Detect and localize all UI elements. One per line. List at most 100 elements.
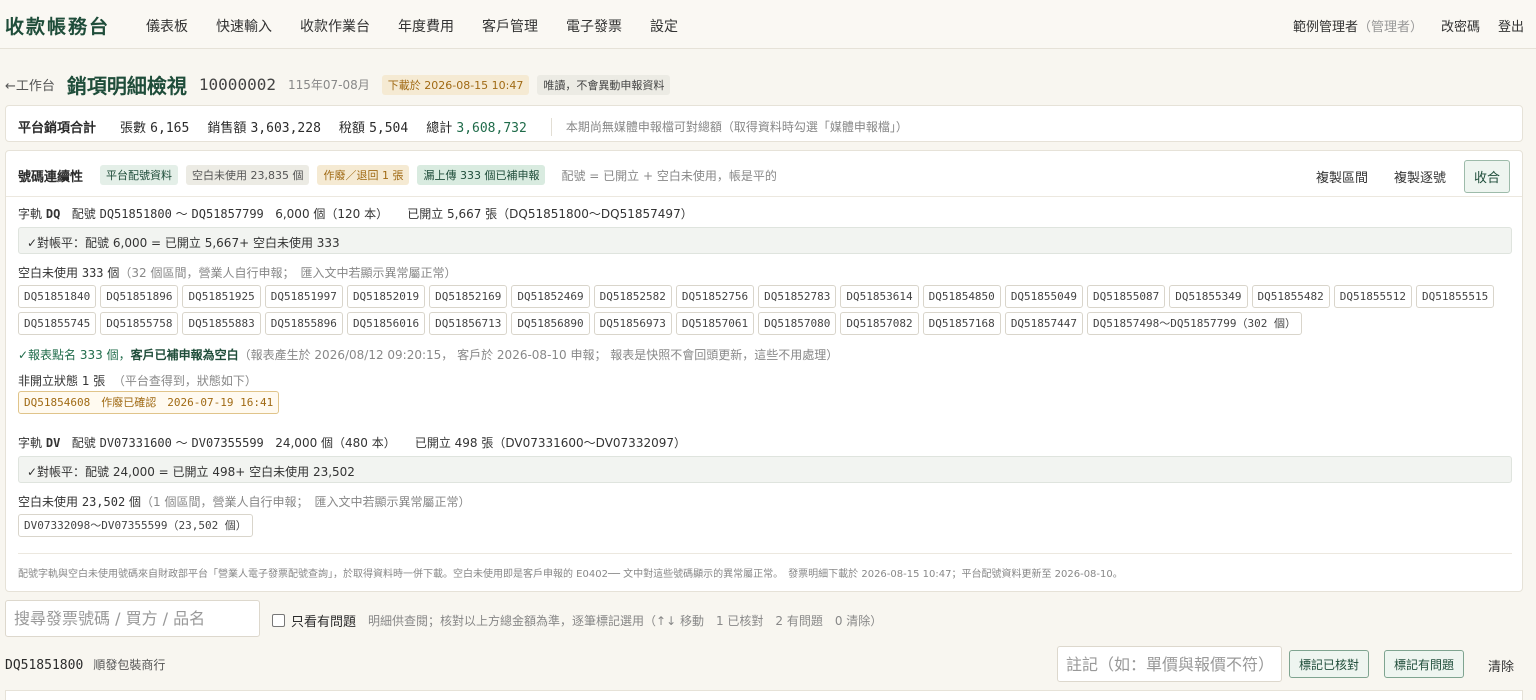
track-dq-code: DQ: [45, 207, 61, 221]
blank-number-chip[interactable]: DQ51855512: [1333, 285, 1412, 308]
page-header: ←工作台 銷項明細檢視 10000002 115年07-08月 下載於 2026…: [5, 70, 671, 99]
blank-number-chip[interactable]: DQ51855758: [100, 312, 179, 335]
blank-number-chip[interactable]: DQ51855049: [1004, 285, 1084, 308]
blank-number-chip[interactable]: DQ51854850: [922, 285, 1001, 308]
blank-number-chip[interactable]: DQ51851896: [100, 285, 179, 308]
blank-number-chip[interactable]: DQ51857061: [675, 312, 755, 335]
blank-number-chip[interactable]: DQ51852582: [593, 285, 672, 308]
missed-upload-badge: 漏上傳 333 個已補申報: [417, 165, 546, 185]
blank-badge: 空白未使用 23,835 個: [186, 165, 310, 185]
continuity-footnote: 配號字軌與空白未使用號碼來自財政部平台「營業人電子發票配號查詢」，於取得資料時一…: [18, 553, 1512, 580]
only-problems-checkbox[interactable]: [272, 614, 285, 627]
blank-number-chip[interactable]: DQ51855087: [1087, 285, 1166, 308]
divider: [550, 117, 552, 136]
blank-number-chip[interactable]: DQ51855745: [18, 312, 97, 335]
blank-number-chip[interactable]: DQ51857447: [1004, 312, 1084, 335]
summary-count: 張數 6,165: [120, 121, 190, 136]
summary-tax: 稅額 5,504: [338, 121, 409, 136]
blank-number-chip[interactable]: DQ51852783: [758, 285, 837, 308]
brand-logo[interactable]: 收款帳務台: [5, 12, 110, 39]
track-dq-void-list: DQ51854608 作廢已確認 2026-07-19 16:41: [18, 391, 1518, 414]
nav-item-annual-fees[interactable]: 年度費用: [398, 16, 454, 36]
user-name: 範例管理者（管理者）: [1292, 20, 1423, 35]
blank-number-chip[interactable]: DQ51853614: [840, 285, 919, 308]
downloaded-badge: 下載於 2026-08-15 10:47: [381, 74, 530, 95]
void-badge: 作廢／退回 1 張: [317, 165, 410, 185]
blank-number-chip[interactable]: DQ51856713: [429, 312, 508, 335]
blank-number-chip[interactable]: DQ51857168: [922, 312, 1001, 335]
copy-ranges-button[interactable]: 複製區間: [1308, 163, 1376, 190]
readonly-badge: 唯讀，不會異動申報資料: [537, 74, 671, 95]
continuity-legend: 配號 = 已開立 + 空白未使用，帳是平的: [561, 168, 777, 183]
top-nav: 收款帳務台 儀表板 快速輸入 收款作業台 年度費用 客戶管理 電子發票 設定 範…: [0, 0, 1536, 49]
page-title: 銷項明細檢視: [66, 74, 187, 98]
track-dq-blank-heading: 空白未使用 333 個（32 個區間，營業人自行申報； 匯入文中若顯示異常屬正常…: [18, 266, 457, 280]
track-dv-balance: ✓對帳平：配號 24,000 = 已開立 498+ 空白未使用 23,502: [18, 456, 1512, 483]
blank-number-chip[interactable]: DQ51857498～DQ51857799（302 個）: [1087, 312, 1302, 335]
period-label: 115年07-08月: [287, 78, 370, 92]
blank-number-chip[interactable]: DQ51857082: [840, 312, 919, 335]
blank-number-chip[interactable]: DQ51852169: [429, 285, 508, 308]
change-password-link[interactable]: 改密碼: [1441, 16, 1480, 35]
summary-note: 本期尚無媒體申報檔可對總額（取得資料時勾選「媒體申報檔」）: [565, 120, 908, 134]
blank-number-chip[interactable]: DQ51856890: [511, 312, 590, 335]
nav-item-quick-input[interactable]: 快速輸入: [216, 16, 272, 36]
buyer-name: 順發包裝商行: [93, 658, 166, 672]
track-dq-reported-line: ✓報表點名 333 個，客戶已補申報為空白（報表產生於 2026/08/12 0…: [18, 348, 839, 362]
note-input[interactable]: [1057, 646, 1282, 682]
summary-sales: 銷售額 3,603,228: [207, 121, 321, 136]
track-dq-nonopen-heading: 非開立狀態 1 張 （平台查得到，狀態如下）: [18, 374, 257, 388]
track-dv-blank-chips: DV07332098～DV07355599（23,502 個）: [18, 514, 1518, 537]
track-dq-balance: ✓對帳平：配號 6,000 = 已開立 5,667+ 空白未使用 333: [18, 227, 1512, 254]
blank-number-chip[interactable]: DQ51852469: [511, 285, 590, 308]
logout-link[interactable]: 登出: [1498, 16, 1524, 35]
track-dv-code: DV: [45, 436, 61, 450]
track-dq-blank-chips: DQ51851840 DQ51851896 DQ51851925 DQ51851997…: [18, 285, 1518, 335]
nav-menu: 儀表板 快速輸入 收款作業台 年度費用 客戶管理 電子發票 設定: [146, 16, 678, 36]
invoice-number: DQ51851800: [5, 658, 84, 673]
blank-number-chip[interactable]: DQ51855883: [182, 312, 261, 335]
blank-number-chip[interactable]: DQ51855896: [264, 312, 343, 335]
only-problems-label[interactable]: 只看有問題: [291, 611, 356, 630]
blank-number-chip[interactable]: DQ51851840: [18, 285, 97, 308]
blank-number-chip[interactable]: DQ51856973: [593, 312, 672, 335]
track-dv-info: 字軌 DV 配號 DV07331600 ～ DV07355599 24,000 …: [18, 436, 686, 450]
platform-badge: 平台配號資料: [100, 165, 178, 185]
track-dv-blank-heading: 空白未使用 23,502 個（1 個區間，營業人自行申報； 匯入文中若顯示異常屬…: [18, 495, 471, 509]
blank-number-chip[interactable]: DQ51855349: [1169, 285, 1248, 308]
blank-number-chip[interactable]: DQ51857080: [758, 312, 837, 335]
user-role: （管理者）: [1357, 20, 1423, 35]
nav-item-settings[interactable]: 設定: [650, 16, 678, 36]
nav-item-customers[interactable]: 客戶管理: [482, 16, 538, 36]
track-dq-info: 字軌 DQ 配號 DQ51851800 ～ DQ51857799 6,000 個…: [18, 207, 693, 221]
void-invoice-chip[interactable]: DQ51854608 作廢已確認 2026-07-19 16:41: [18, 391, 280, 414]
summary-label: 平台銷項合計: [18, 121, 97, 136]
blank-number-chip[interactable]: DQ51855515: [1415, 285, 1495, 308]
blank-number-chip[interactable]: DQ51856016: [346, 312, 426, 335]
filter-hint: 明細供查閱；核對以上方總金額為準，逐筆標記選用（↑↓ 移動 1 已核對 2 有問…: [368, 614, 883, 628]
blank-number-chip[interactable]: DQ51851925: [182, 285, 261, 308]
blank-number-chip[interactable]: DV07332098～DV07355599（23,502 個）: [18, 514, 253, 537]
blank-number-chip[interactable]: DQ51851997: [264, 285, 343, 308]
back-to-workbench-link[interactable]: ←工作台: [5, 75, 55, 94]
sales-summary-card: 平台銷項合計 張數 6,165 銷售額 3,603,228 稅額 5,504 總…: [5, 105, 1523, 142]
clear-button[interactable]: 清除: [1488, 656, 1514, 675]
user-menu: 範例管理者（管理者） 改密碼 登出: [1293, 16, 1524, 35]
client-number: 10000002: [198, 75, 276, 94]
blank-number-chip[interactable]: DQ51852756: [675, 285, 755, 308]
mark-checked-button[interactable]: 標記已核對: [1289, 650, 1370, 678]
detail-table: [5, 690, 1523, 700]
summary-total: 總計 3,608,732: [426, 121, 527, 136]
nav-item-collection-desk[interactable]: 收款作業台: [300, 16, 370, 36]
mark-problem-button[interactable]: 標記有問題: [1384, 650, 1465, 678]
nav-item-dashboard[interactable]: 儀表板: [146, 16, 188, 36]
blank-number-chip[interactable]: DQ51852019: [346, 285, 426, 308]
selected-invoice: DQ51851800 順發包裝商行: [5, 656, 165, 673]
continuity-title: 號碼連續性: [18, 170, 84, 185]
continuity-header: 號碼連續性 平台配號資料 空白未使用 23,835 個 作廢／退回 1 張 漏上…: [6, 151, 1522, 197]
search-input[interactable]: [5, 600, 260, 637]
collapse-button[interactable]: 收合: [1463, 160, 1510, 193]
copy-each-button[interactable]: 複製逐號: [1386, 163, 1454, 190]
nav-item-e-invoice[interactable]: 電子發票: [566, 16, 622, 36]
blank-number-chip[interactable]: DQ51855482: [1251, 285, 1330, 308]
